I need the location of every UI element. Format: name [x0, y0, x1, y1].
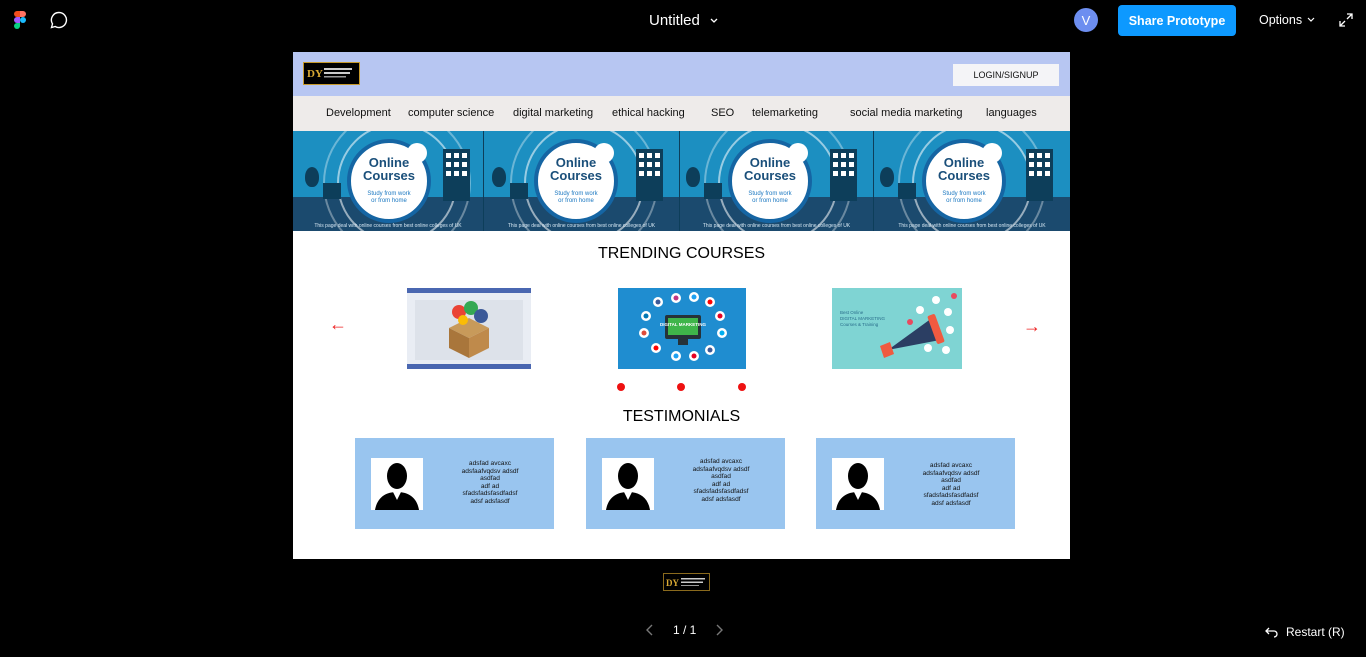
category-nav: Development computer science digital mar… — [293, 96, 1070, 131]
nav-item-languages[interactable]: languages — [986, 107, 1037, 119]
chevron-down-icon — [710, 18, 718, 23]
carousel-prev-arrow[interactable]: ← — [329, 314, 347, 335]
site-header: DY LOGIN/SIGNUP — [293, 52, 1070, 96]
megaphone-illustration-icon: Best Online DIGITAL MARKETING Courses & … — [840, 293, 957, 358]
testimonial-card: adsfad avcaxc adsfaafvqdsv adsdf asdfad … — [355, 438, 554, 529]
banner-footer-text: This page deal with online courses from … — [314, 223, 462, 229]
avatar[interactable]: V — [1074, 8, 1098, 32]
file-title: Untitled — [649, 12, 700, 29]
testimonial-text: adsfad avcaxc adsfaafvqdsv adsdf asdfad … — [922, 462, 980, 507]
svg-text:DIGITAL MARKETING: DIGITAL MARKETING — [840, 316, 886, 321]
chevron-left-icon[interactable] — [643, 623, 657, 637]
course-card-digital-marketing[interactable]: DIGITAL MARKETING — [618, 288, 746, 369]
carousel-dot[interactable] — [617, 383, 625, 391]
testimonial-text: adsfad avcaxc adsfaafvqdsv adsdf asdfad … — [692, 458, 750, 503]
carousel-next-arrow[interactable]: → — [1023, 316, 1041, 337]
nav-item-seo[interactable]: SEO — [711, 107, 734, 119]
comment-icon[interactable] — [50, 11, 68, 29]
online-courses-banner: Online Courses Study from work or from hom… — [293, 131, 1070, 231]
share-prototype-button[interactable]: Share Prototype — [1118, 5, 1236, 36]
seo-box-illustration-icon — [407, 288, 531, 369]
banner-tile: Online Courses Study from work or from hom… — [484, 131, 680, 231]
user-silhouette-icon — [371, 458, 423, 510]
svg-text:DY: DY — [666, 578, 679, 588]
testimonials-heading: TESTIMONIALS — [622, 408, 741, 425]
digital-marketing-monitor-icon: DIGITAL MARKETING — [639, 292, 727, 361]
restart-arrow-icon — [1265, 627, 1278, 638]
nav-item-digital-marketing[interactable]: digital marketing — [513, 107, 593, 119]
options-menu[interactable]: Options — [1259, 13, 1315, 27]
page-indicator: 1 / 1 — [673, 623, 697, 637]
chevron-down-icon — [1307, 17, 1315, 22]
options-label: Options — [1259, 13, 1303, 27]
file-title-menu[interactable]: Untitled — [649, 12, 718, 29]
svg-text:Courses & Training: Courses & Training — [840, 322, 879, 327]
testimonial-card: adsfad avcaxc adsfaafvqdsv adsdf asdfad … — [816, 438, 1015, 529]
restart-label: Restart (R) — [1286, 625, 1345, 639]
user-silhouette-icon — [832, 458, 884, 510]
user-silhouette-icon — [602, 458, 654, 510]
nav-item-ethical-hacking[interactable]: ethical hacking — [612, 107, 685, 119]
footer-logo: DY — [663, 573, 710, 591]
banner-tile: Online Courses Study from work or from hom… — [680, 131, 874, 231]
prototype-frame: DY LOGIN/SIGNUP Development computer sci… — [293, 52, 1070, 559]
course-caption: DIGITAL MARKETING — [660, 322, 707, 327]
nav-item-social-media-marketing[interactable]: social media marketing — [850, 107, 963, 119]
banner-footer-text: This page deal with online courses from … — [507, 223, 656, 229]
svg-text:Best Online: Best Online — [840, 310, 864, 315]
digisouth-logo-icon: DY — [666, 578, 705, 588]
svg-text:DY: DY — [307, 68, 323, 80]
digisouth-logo-icon: DY — [307, 68, 352, 80]
testimonial-card: adsfad avcaxc adsfaafvqdsv adsdf asdfad … — [586, 438, 785, 529]
expand-icon[interactable] — [1339, 13, 1353, 27]
nav-item-development[interactable]: Development — [326, 107, 391, 119]
banner-footer-text: This page deal with online courses from … — [898, 223, 1046, 229]
nav-item-computer-science[interactable]: computer science — [408, 107, 494, 119]
carousel-dot[interactable] — [738, 383, 746, 391]
banner-tile: Online Courses Study from work or from hom… — [293, 131, 484, 231]
testimonial-text: adsfad avcaxc adsfaafvqdsv adsdf asdfad … — [461, 460, 519, 505]
figma-logo-icon[interactable] — [14, 11, 26, 29]
trending-courses-heading: TRENDING COURSES — [597, 245, 766, 262]
banner-footer-text: This page deal with online courses from … — [702, 223, 851, 229]
restart-button[interactable]: Restart (R) — [1264, 625, 1345, 639]
login-signup-button[interactable]: LOGIN/SIGNUP — [953, 64, 1059, 86]
site-logo[interactable]: DY — [303, 62, 360, 85]
prototype-toolbar: Untitled V Share Prototype Options — [0, 0, 1366, 40]
course-card-digital-marketing-training[interactable]: Best Online DIGITAL MARKETING Courses & … — [832, 288, 962, 369]
chevron-right-icon[interactable] — [712, 623, 726, 637]
banner-tile: Online Courses Study from work or from hom… — [874, 131, 1070, 231]
page-navigator: 1 / 1 — [643, 623, 726, 637]
nav-item-telemarketing[interactable]: telemarketing — [752, 107, 818, 119]
course-card-seo[interactable] — [407, 288, 531, 369]
carousel-dot[interactable] — [677, 383, 685, 391]
